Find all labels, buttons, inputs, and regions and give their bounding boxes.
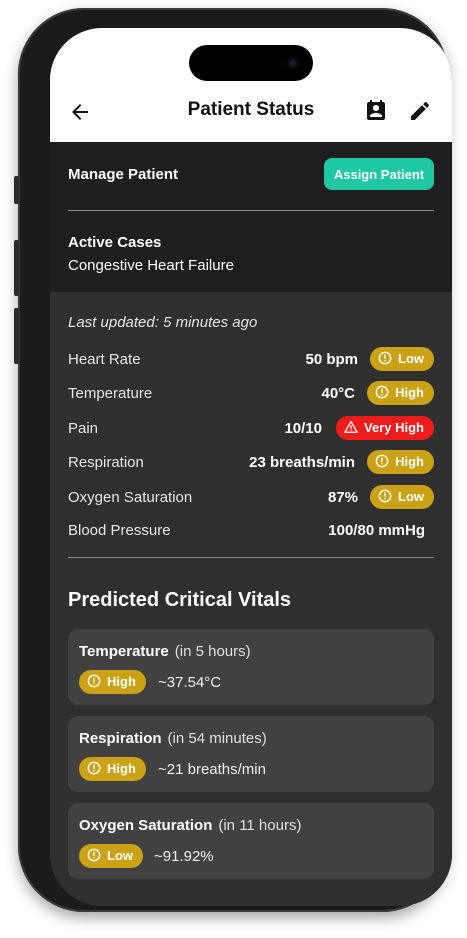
vital-name: Respiration [68, 454, 144, 471]
prediction-title: Temperature (in 5 hours) [79, 643, 251, 660]
badge-label: High [395, 385, 424, 400]
predicted-vitals-title: Predicted Critical Vitals [68, 589, 292, 611]
vital-row-heart-rate: Heart Rate 50 bpm Low [68, 347, 434, 373]
alert-circle-icon [87, 848, 101, 862]
badge-label: High [107, 761, 136, 776]
prediction-vital-name: Temperature [79, 643, 169, 660]
camera-icon [287, 57, 299, 69]
status-badge: High [79, 757, 146, 781]
prediction-time: (in 5 hours) [174, 643, 251, 660]
vital-name: Pain [68, 420, 99, 437]
prediction-card-respiration: Respiration (in 54 minutes) High ~21 brea… [68, 716, 434, 792]
prediction-time: (in 11 hours) [218, 817, 302, 834]
vital-row-blood-pressure: Blood Pressure 100/80 mmHg [68, 518, 434, 544]
vital-value: 100/80 mmHg [328, 522, 425, 539]
active-case-value: Congestive Heart Failure [68, 257, 234, 274]
volume-up-button [14, 240, 19, 296]
status-badge: Low [370, 347, 434, 371]
alert-circle-icon [375, 385, 389, 399]
prediction-estimate: ~91.92% [154, 848, 214, 865]
vital-value: 23 breaths/min [249, 454, 355, 471]
pencil-icon[interactable] [408, 99, 432, 123]
vital-name: Blood Pressure [68, 522, 171, 539]
page-title: Patient Status [187, 99, 315, 120]
alert-circle-icon [378, 489, 392, 503]
contact-card-icon[interactable] [364, 99, 388, 123]
prediction-vital-name: Oxygen Saturation [79, 817, 213, 834]
alert-circle-icon [378, 351, 392, 365]
dynamic-island [189, 45, 313, 81]
vital-name: Oxygen Saturation [68, 489, 193, 506]
badge-label: Very High [364, 420, 424, 435]
vitals-section: Last updated: 5 minutes ago Heart Rate 5… [50, 292, 452, 906]
badge-label: High [107, 674, 136, 689]
manage-section: Manage Patient Assign Patient Active Cas… [50, 142, 452, 292]
vital-name: Heart Rate [68, 351, 141, 368]
badge-label: Low [398, 489, 424, 504]
vital-row-respiration: Respiration 23 breaths/min High [68, 450, 434, 476]
vital-row-temperature: Temperature 40°C High [68, 381, 434, 407]
alert-circle-icon [87, 761, 101, 775]
assign-patient-button[interactable]: Assign Patient [324, 158, 434, 190]
warning-triangle-icon [344, 420, 358, 433]
divider [68, 210, 434, 211]
vital-value: 40°C [321, 385, 355, 402]
status-badge: Low [79, 844, 143, 868]
divider [68, 557, 434, 558]
phone-frame: Patient Status Manage Patient Assign Pat… [14, 8, 452, 912]
status-badge: High [367, 450, 434, 474]
manage-patient-label: Manage Patient [68, 166, 179, 183]
prediction-estimate: ~21 breaths/min [158, 761, 266, 778]
status-badge: High [367, 381, 434, 405]
alert-circle-icon [375, 454, 389, 468]
volume-down-button [14, 308, 19, 364]
prediction-vital-name: Respiration [79, 730, 162, 747]
status-badge: Very High [336, 416, 434, 440]
prediction-time: (in 54 minutes) [167, 730, 267, 747]
badge-label: Low [398, 351, 424, 366]
vital-row-pain: Pain 10/10 Very High [68, 416, 434, 442]
badge-label: High [395, 454, 424, 469]
prediction-card-temperature: Temperature (in 5 hours) High ~37.54°C [68, 629, 434, 705]
vital-value: 10/10 [284, 420, 322, 437]
prediction-estimate: ~37.54°C [158, 674, 222, 691]
status-badge: Low [370, 485, 434, 509]
prediction-title: Respiration (in 54 minutes) [79, 730, 267, 747]
prediction-card-oxygen-saturation: Oxygen Saturation (in 11 hours) Low ~91.9… [68, 803, 434, 879]
vital-name: Temperature [68, 385, 153, 402]
vital-value: 87% [327, 489, 358, 506]
mute-switch [14, 176, 19, 204]
status-badge: High [79, 670, 146, 694]
last-updated-text: Last updated: 5 minutes ago [68, 314, 258, 331]
active-cases-label: Active Cases [68, 234, 162, 251]
prediction-title: Oxygen Saturation (in 11 hours) [79, 817, 301, 834]
screen: Patient Status Manage Patient Assign Pat… [50, 28, 452, 906]
vital-value: 50 bpm [305, 351, 358, 368]
alert-circle-icon [87, 674, 101, 688]
vital-row-oxygen-saturation: Oxygen Saturation 87% Low [68, 485, 434, 511]
badge-label: Low [107, 848, 133, 863]
